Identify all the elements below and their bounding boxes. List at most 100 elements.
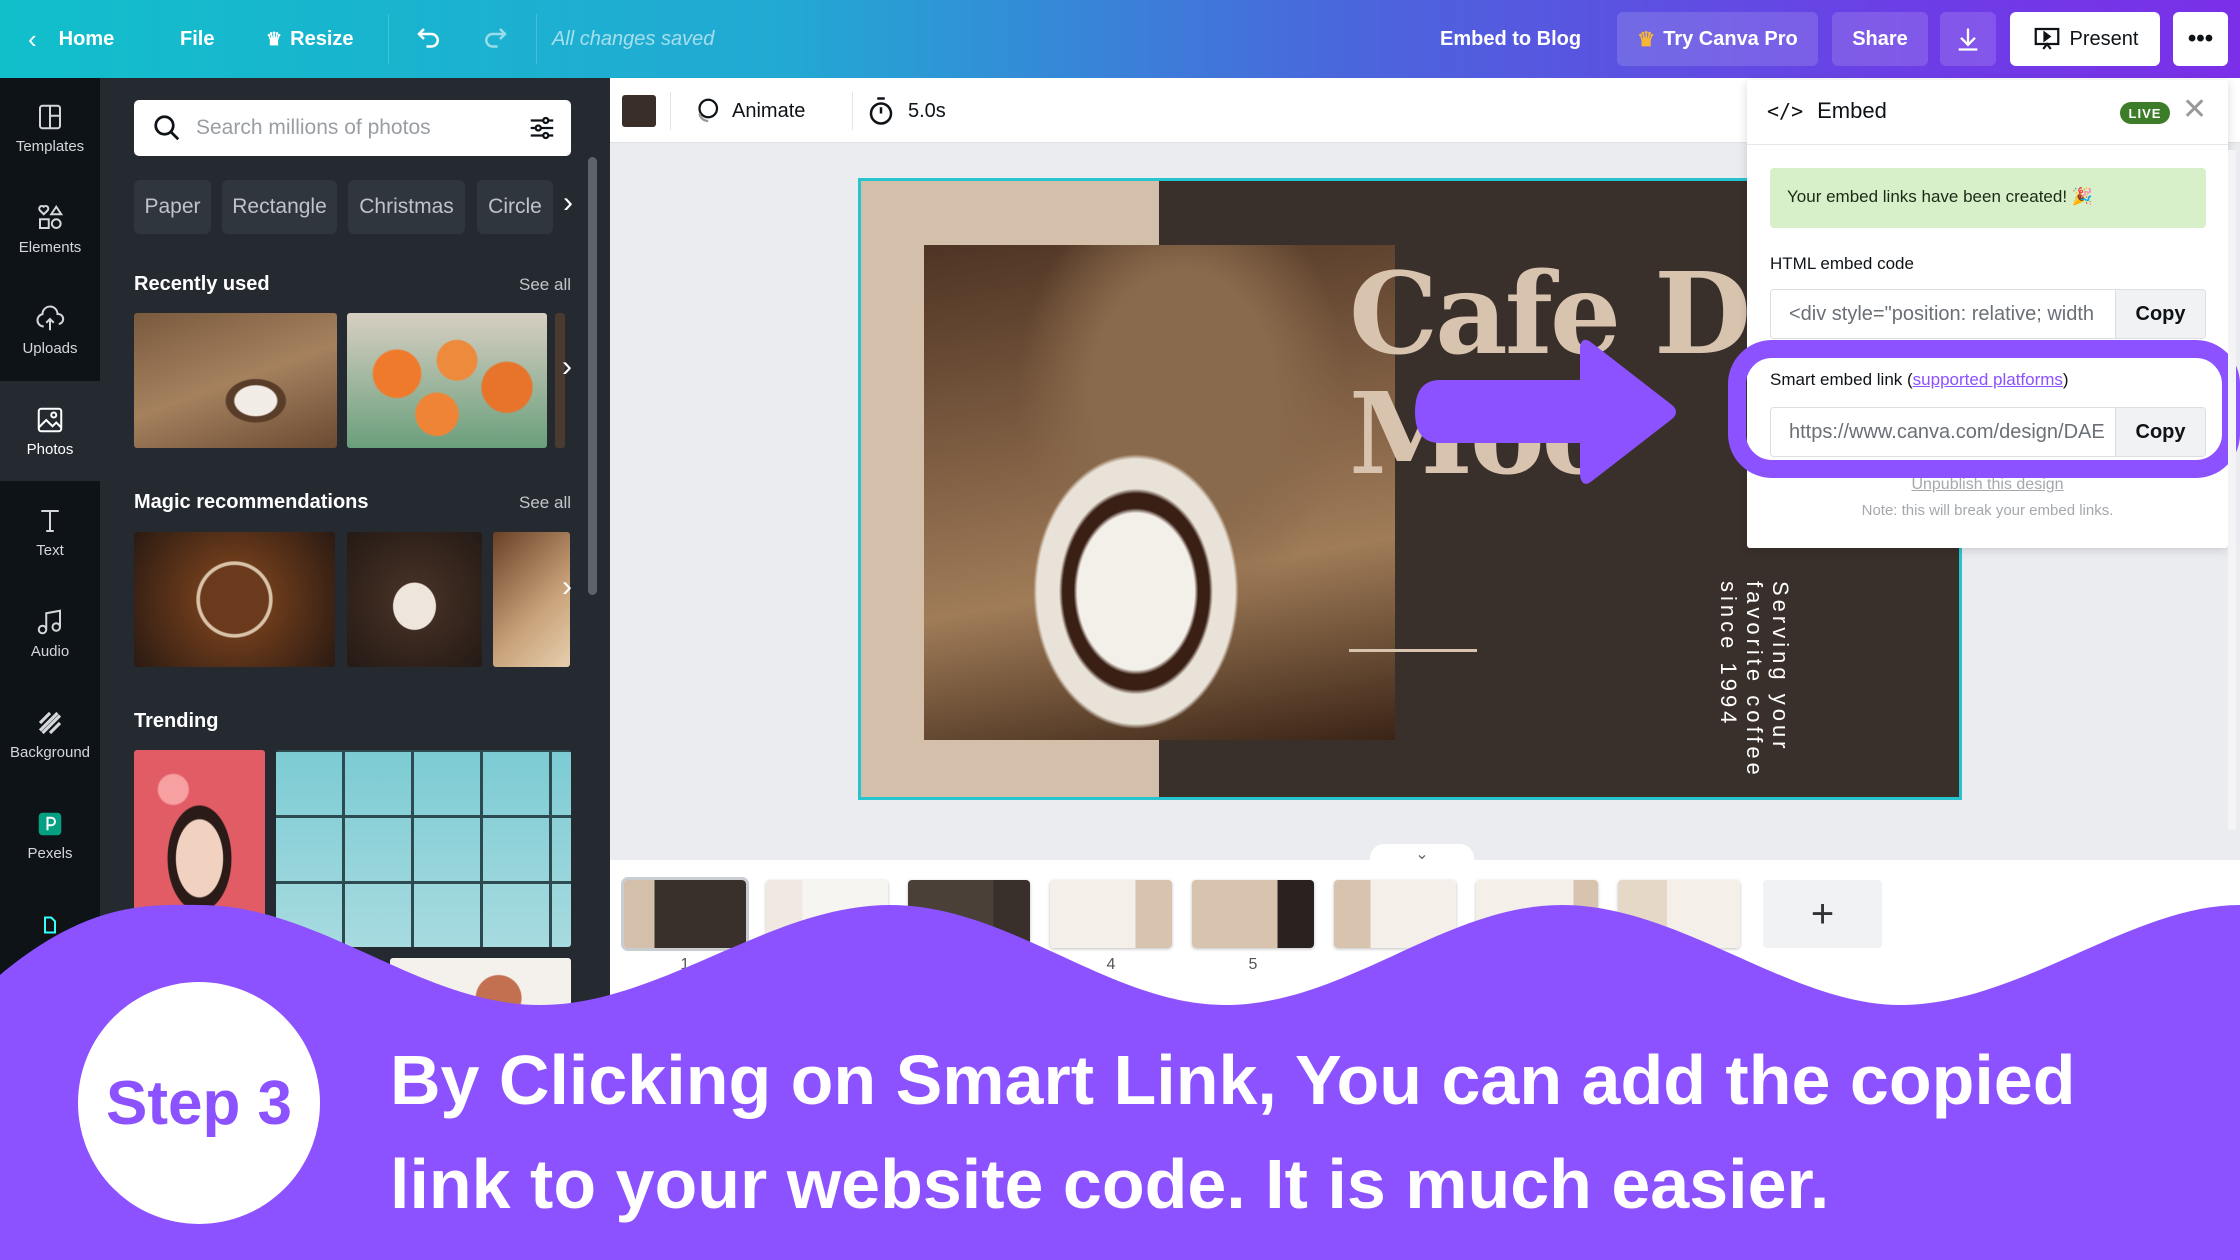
photo-tulips[interactable] (347, 313, 547, 448)
caption-line-2: link to your website code. It is much ea… (390, 1145, 1830, 1223)
upload-cloud-icon (36, 305, 65, 330)
chip-circle[interactable]: Circle (477, 180, 553, 234)
page-number: 5 (1248, 956, 1258, 973)
collapse-filmstrip-chevron-icon[interactable]: ⌄ (1370, 844, 1474, 866)
see-all-recent-link[interactable]: See all (519, 275, 571, 295)
pexels-icon (38, 812, 62, 835)
live-badge: LIVE (2120, 102, 2170, 124)
download-button[interactable] (1940, 12, 1996, 66)
sidebar-item-text[interactable]: Text (0, 482, 100, 582)
html-embed-field[interactable]: <div style="position: relative; width Cop… (1770, 289, 2206, 339)
save-status: All changes saved (552, 27, 715, 50)
page-thumbnail[interactable] (1050, 880, 1172, 948)
sidebar-item-label: Elements (18, 238, 82, 256)
presentation-icon (2034, 27, 2059, 50)
resize-button[interactable]: ♛ Resize (266, 0, 354, 78)
add-page-button[interactable]: + (1763, 880, 1882, 948)
embed-to-blog-title: Embed to Blog (1440, 27, 1582, 50)
divider-line (1349, 649, 1477, 652)
text-icon (41, 509, 59, 532)
success-alert: Your embed links have been created! 🎉 (1770, 168, 2206, 228)
photo-icon (37, 407, 63, 432)
page-thumbnail[interactable] (1618, 880, 1740, 948)
redo-button[interactable] (480, 0, 510, 78)
crown-icon: ♛ (266, 28, 283, 49)
file-menu[interactable]: File (180, 0, 214, 78)
photo-coffee-beans-bowl[interactable] (134, 532, 335, 667)
undo-icon (417, 28, 439, 48)
sidebar-item-label: Photos (26, 440, 74, 458)
see-all-magic-link[interactable]: See all (519, 493, 571, 513)
vertical-scrollbar[interactable] (2228, 150, 2236, 830)
unpublish-link[interactable]: Unpublish this design (1747, 476, 2228, 494)
sidebar-item-background[interactable]: Background (0, 684, 100, 784)
highlight-ring (1728, 340, 2240, 478)
coffee-photo[interactable] (924, 245, 1395, 740)
embed-header: </> Embed (1767, 98, 1887, 123)
panel-scrollbar[interactable] (588, 157, 597, 595)
sidebar-item-pexels[interactable]: Pexels (0, 785, 100, 885)
home-button[interactable]: ‹ Home (28, 0, 114, 78)
caption-line-1: By Clicking on Smart Link, You can add t… (390, 1041, 2076, 1119)
chip-rectangle[interactable]: Rectangle (222, 180, 337, 234)
try-canva-pro-button[interactable]: ♛ Try Canva Pro (1617, 12, 1818, 66)
page-number: 1 (680, 956, 690, 973)
search-input[interactable]: Search millions of photos (134, 100, 571, 156)
page-thumbnail[interactable] (908, 880, 1030, 948)
sidebar-item-photos[interactable]: Photos (0, 381, 100, 481)
page-thumbnail[interactable] (1334, 880, 1456, 948)
chevron-right-icon[interactable]: › (557, 350, 577, 384)
sidebar-item-label: Text (36, 541, 64, 559)
background-icon (38, 711, 62, 734)
sidebar-item-label: Gi (42, 945, 58, 963)
page-thumbnail[interactable] (621, 877, 749, 951)
templates-icon (39, 104, 61, 129)
page-thumbnail[interactable] (1192, 880, 1314, 948)
top-bar: ‹ Home File ♛ Resize All changes saved Emb… (0, 0, 2240, 78)
photo-woman-balloons[interactable] (134, 750, 265, 947)
music-note-icon (37, 609, 61, 634)
redo-icon (485, 28, 507, 48)
photo-cup-beans[interactable] (347, 532, 482, 667)
page-thumbnail[interactable] (766, 880, 888, 948)
undo-button[interactable] (414, 0, 444, 78)
more-options-button[interactable]: ••• (2173, 12, 2228, 66)
chip-paper[interactable]: Paper (134, 180, 211, 234)
search-icon (154, 115, 180, 141)
photo-coffee-cup[interactable] (134, 313, 337, 448)
more-dots-icon: ••• (2187, 25, 2214, 52)
download-icon (1958, 28, 1978, 51)
copy-html-button[interactable]: Copy (2115, 290, 2205, 338)
step-badge: Step 3 (78, 982, 320, 1224)
chevron-right-icon[interactable]: › (557, 570, 577, 604)
sidebar-item-label: Background (9, 743, 91, 761)
share-button[interactable]: Share (1832, 12, 1928, 66)
present-button[interactable]: Present (2010, 12, 2160, 66)
giphy-icon (38, 912, 62, 937)
sidebar-item-audio[interactable]: Audio (0, 583, 100, 683)
sidebar-item-label: Pexels (27, 844, 73, 862)
close-icon[interactable]: ✕ (2182, 92, 2207, 127)
code-icon: </> (1767, 99, 1804, 123)
chevron-right-icon[interactable]: › (558, 186, 578, 220)
sidebar-item-elements[interactable]: Elements (0, 179, 100, 279)
chip-christmas[interactable]: Christmas (348, 180, 465, 234)
sidebar-item-templates[interactable]: Templates (0, 78, 100, 178)
sidebar-item-label: Uploads (22, 339, 78, 357)
recently-used-heading: Recently used (134, 273, 270, 295)
elements-icon (38, 204, 64, 229)
animate-icon (698, 98, 719, 123)
duration-button[interactable]: 5.0s (866, 96, 946, 126)
timer-icon (869, 97, 893, 125)
animate-button[interactable]: Animate (692, 96, 805, 126)
page-thumbnail[interactable] (1476, 880, 1598, 948)
sidebar-item-uploads[interactable]: Uploads (0, 280, 100, 380)
filter-sliders-icon[interactable] (527, 113, 557, 143)
trending-heading: Trending (134, 710, 219, 732)
photo-glass-building[interactable] (276, 750, 571, 947)
sidebar-item-gi[interactable]: Gi (0, 886, 100, 986)
slide-tagline[interactable]: Serving your favorite coffee since 1994 (1715, 581, 1793, 779)
chevron-left-icon: ‹ (28, 23, 37, 54)
color-swatch[interactable] (622, 95, 656, 127)
search-placeholder: Search millions of photos (196, 116, 431, 139)
